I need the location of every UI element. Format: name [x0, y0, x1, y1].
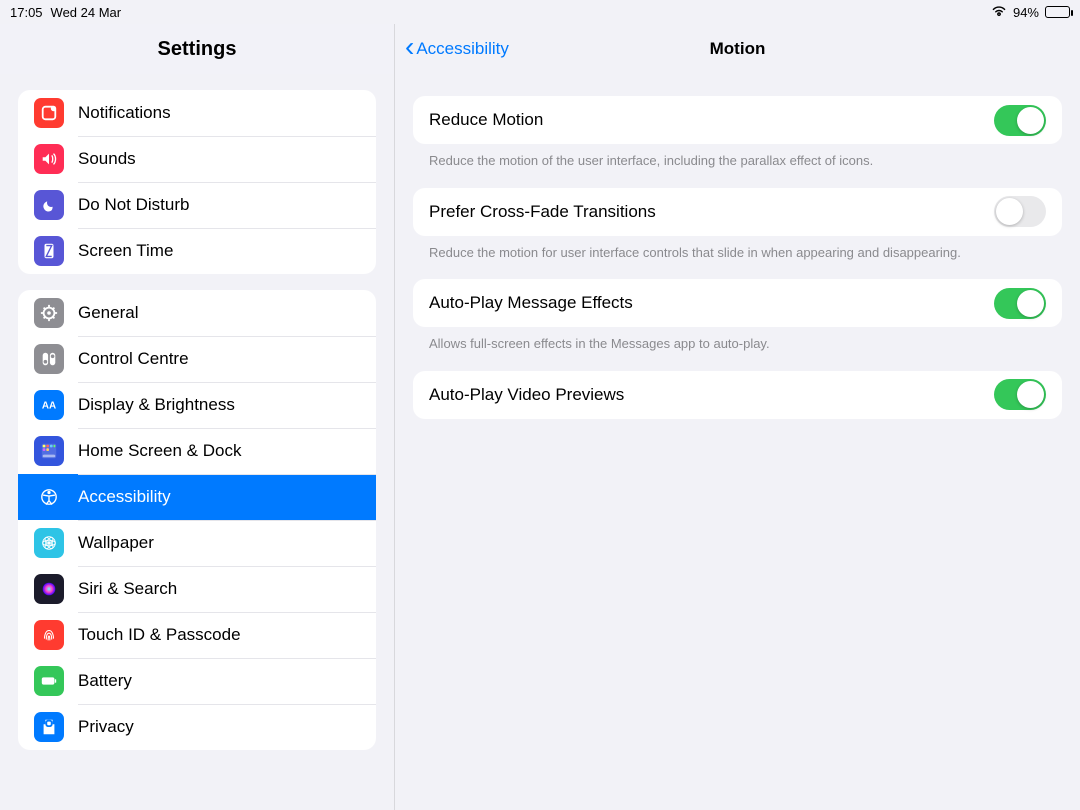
- detail-pane: ‹ Accessibility Motion Reduce Motion Redu…: [395, 24, 1080, 810]
- sidebar-item-label: Notifications: [78, 103, 171, 123]
- sidebar-item-label: Siri & Search: [78, 579, 177, 599]
- back-label: Accessibility: [416, 39, 509, 59]
- sidebar-item-siri-search[interactable]: Siri & Search: [18, 566, 376, 612]
- setting-label: Reduce Motion: [429, 110, 543, 130]
- toggle-auto-play-video-previews[interactable]: [994, 379, 1046, 410]
- sidebar-item-label: Battery: [78, 671, 132, 691]
- sidebar-item-label: General: [78, 303, 138, 323]
- sidebar-item-home-screen-dock[interactable]: Home Screen & Dock: [18, 428, 376, 474]
- general-icon: [34, 298, 64, 328]
- sidebar-item-sounds[interactable]: Sounds: [18, 136, 376, 182]
- sidebar-title: Settings: [0, 24, 394, 74]
- homescreen-icon: [34, 436, 64, 466]
- sidebar-item-privacy[interactable]: Privacy: [18, 704, 376, 750]
- sidebar-item-label: Accessibility: [78, 487, 171, 507]
- sidebar-item-label: Sounds: [78, 149, 136, 169]
- sidebar-item-label: Privacy: [78, 717, 134, 737]
- sidebar-item-battery[interactable]: Battery: [18, 658, 376, 704]
- battery-icon: [34, 666, 64, 696]
- page-title: Motion: [710, 39, 766, 59]
- sidebar-item-screen-time[interactable]: Screen Time: [18, 228, 376, 274]
- setting-footer: Reduce the motion of the user interface,…: [413, 144, 1062, 170]
- controlcentre-icon: [34, 344, 64, 374]
- sidebar-item-label: Screen Time: [78, 241, 173, 261]
- toggle-auto-play-message-effects[interactable]: [994, 288, 1046, 319]
- sounds-icon: [34, 144, 64, 174]
- accessibility-icon: [34, 482, 64, 512]
- sidebar-item-label: Touch ID & Passcode: [78, 625, 241, 645]
- screentime-icon: [34, 236, 64, 266]
- sidebar-item-touch-id-passcode[interactable]: Touch ID & Passcode: [18, 612, 376, 658]
- setting-row-prefer-cross-fade-transitions: Prefer Cross-Fade Transitions: [413, 188, 1062, 236]
- sidebar-item-do-not-disturb[interactable]: Do Not Disturb: [18, 182, 376, 228]
- sidebar-item-accessibility[interactable]: Accessibility: [18, 474, 376, 520]
- sidebar-item-display-brightness[interactable]: AA Display & Brightness: [18, 382, 376, 428]
- setting-label: Auto-Play Message Effects: [429, 293, 633, 313]
- touchid-icon: [34, 620, 64, 650]
- sidebar-item-general[interactable]: General: [18, 290, 376, 336]
- wifi-icon: [991, 5, 1007, 20]
- sidebar-item-label: Wallpaper: [78, 533, 154, 553]
- setting-footer: Reduce the motion for user interface con…: [413, 236, 1062, 262]
- status-bar: 17:05 Wed 24 Mar 94%: [0, 0, 1080, 24]
- wallpaper-icon: [34, 528, 64, 558]
- toggle-reduce-motion[interactable]: [994, 105, 1046, 136]
- back-button[interactable]: ‹ Accessibility: [405, 35, 509, 63]
- svg-text:AA: AA: [42, 401, 56, 412]
- setting-row-auto-play-video-previews: Auto-Play Video Previews: [413, 371, 1062, 419]
- setting-label: Auto-Play Video Previews: [429, 385, 624, 405]
- display-icon: AA: [34, 390, 64, 420]
- sidebar-item-control-centre[interactable]: Control Centre: [18, 336, 376, 382]
- status-time: 17:05: [10, 5, 43, 20]
- setting-row-auto-play-message-effects: Auto-Play Message Effects: [413, 279, 1062, 327]
- dnd-icon: [34, 190, 64, 220]
- setting-label: Prefer Cross-Fade Transitions: [429, 202, 656, 222]
- sidebar-item-label: Control Centre: [78, 349, 189, 369]
- status-date: Wed 24 Mar: [51, 5, 122, 20]
- chevron-left-icon: ‹: [405, 33, 414, 61]
- sidebar-item-notifications[interactable]: Notifications: [18, 90, 376, 136]
- sidebar: Settings Notifications Sounds Do Not Distu…: [0, 24, 395, 810]
- toggle-prefer-cross-fade-transitions[interactable]: [994, 196, 1046, 227]
- setting-row-reduce-motion: Reduce Motion: [413, 96, 1062, 144]
- battery-icon: [1045, 6, 1070, 18]
- setting-footer: Allows full-screen effects in the Messag…: [413, 327, 1062, 353]
- battery-percent: 94%: [1013, 5, 1039, 20]
- notifications-icon: [34, 98, 64, 128]
- siri-icon: [34, 574, 64, 604]
- sidebar-item-label: Home Screen & Dock: [78, 441, 241, 461]
- privacy-icon: [34, 712, 64, 742]
- sidebar-item-label: Display & Brightness: [78, 395, 235, 415]
- sidebar-item-wallpaper[interactable]: Wallpaper: [18, 520, 376, 566]
- sidebar-item-label: Do Not Disturb: [78, 195, 189, 215]
